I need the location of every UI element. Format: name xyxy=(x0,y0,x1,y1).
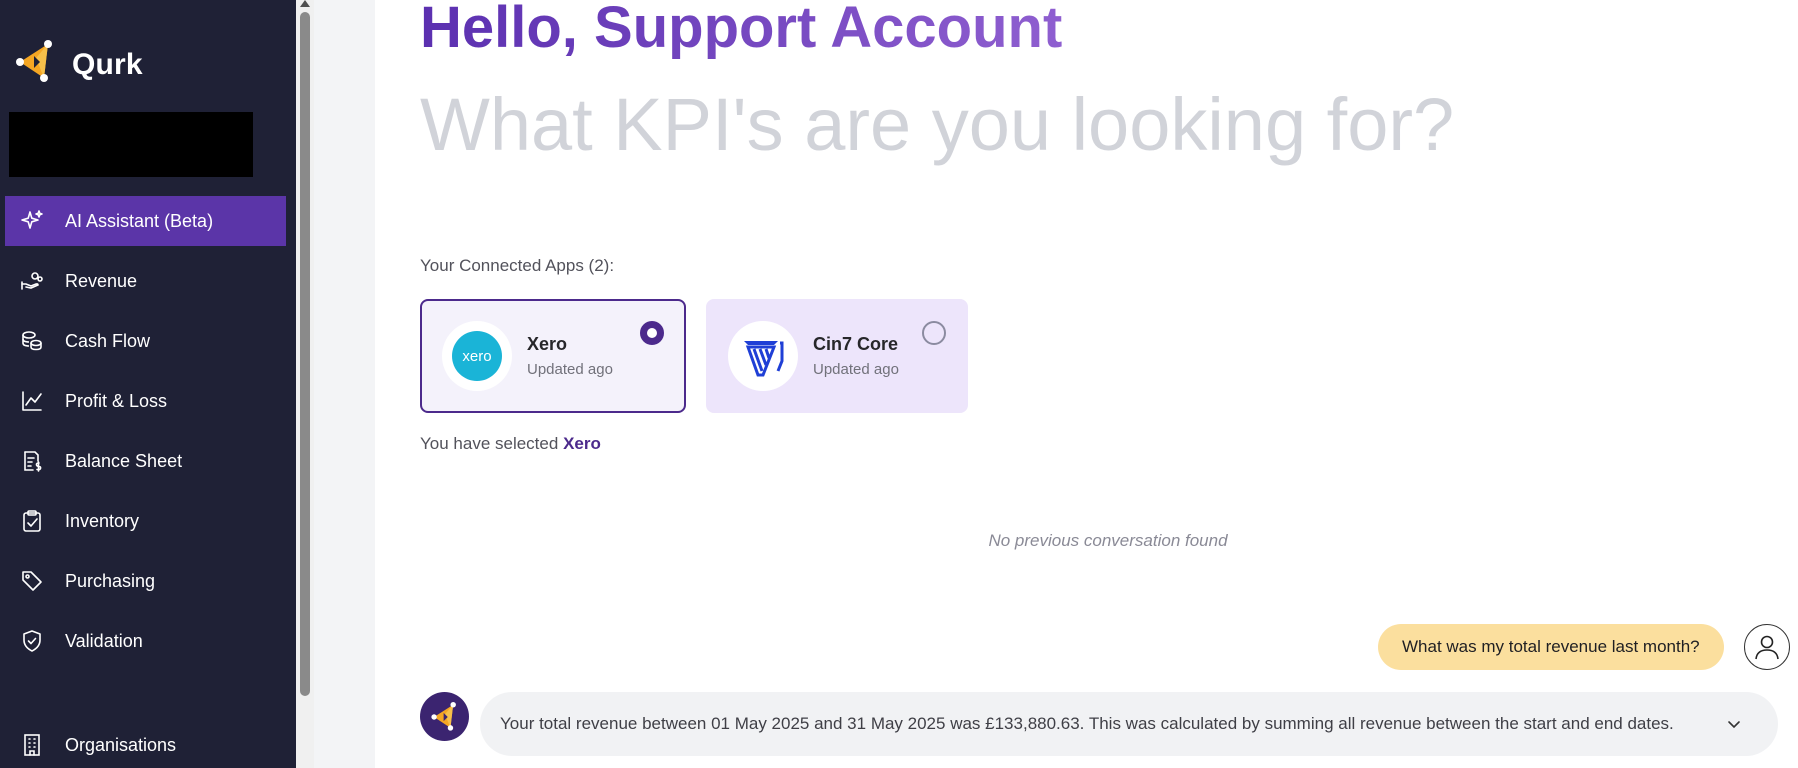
xero-logo-icon: xero xyxy=(442,321,512,391)
app-card-cin7[interactable]: Cin7 Core Updated ago xyxy=(706,299,968,413)
user-avatar-icon xyxy=(1744,624,1790,670)
app-text: Xero Updated ago xyxy=(527,334,613,378)
sidebar-item-label: AI Assistant (Beta) xyxy=(65,210,214,231)
sparkles-icon xyxy=(19,208,45,234)
chevron-down-icon[interactable] xyxy=(1724,714,1744,734)
sidebar-item-label: Profit & Loss xyxy=(65,390,168,411)
hand-coins-icon xyxy=(19,268,45,294)
sidebar-nav: AI Assistant (Beta) Revenue Cash Flow Pr… xyxy=(5,196,286,676)
redacted-block xyxy=(9,112,253,177)
sidebar-item-cash-flow[interactable]: Cash Flow xyxy=(5,316,286,366)
app-card-xero[interactable]: xero Xero Updated ago xyxy=(420,299,686,413)
selected-prefix: You have selected xyxy=(420,434,559,453)
sidebar-item-label: Balance Sheet xyxy=(65,450,183,471)
sidebar-item-balance-sheet[interactable]: Balance Sheet xyxy=(5,436,286,486)
sidebar-bottom: Organisations xyxy=(5,720,286,768)
app-name: Cin7 Core xyxy=(813,334,899,354)
sidebar-item-profit-loss[interactable]: Profit & Loss xyxy=(5,376,286,426)
sidebar-item-label: Cash Flow xyxy=(65,330,151,351)
sidebar-item-validation[interactable]: Validation xyxy=(5,616,286,666)
app-updated: Updated ago xyxy=(813,361,899,378)
clipboard-check-icon xyxy=(19,508,45,534)
app-updated: Updated ago xyxy=(527,361,613,378)
svg-text:xero: xero xyxy=(462,348,491,365)
selected-app-name: Xero xyxy=(563,434,601,453)
user-message-bubble: What was my total revenue last month? xyxy=(1378,624,1724,670)
user-message-text: What was my total revenue last month? xyxy=(1402,637,1700,656)
sidebar-item-label: Organisations xyxy=(65,734,177,755)
assistant-avatar-icon xyxy=(420,692,469,741)
no-conversation-text: No previous conversation found xyxy=(988,531,1228,550)
selected-app-line: You have selected Xero xyxy=(420,434,601,454)
sidebar-item-revenue[interactable]: Revenue xyxy=(5,256,286,306)
kpi-search-input[interactable] xyxy=(420,82,1520,167)
shield-check-icon xyxy=(19,628,45,654)
sidebar-item-inventory[interactable]: Inventory xyxy=(5,496,286,546)
scrollbar[interactable] xyxy=(296,0,314,768)
main-panel: Hello, Support Account Your Connected Ap… xyxy=(375,0,1798,768)
connected-apps-label: Your Connected Apps (2): xyxy=(420,256,615,275)
sidebar-item-organisations[interactable]: Organisations xyxy=(5,720,286,768)
app-text: Cin7 Core Updated ago xyxy=(813,334,899,378)
brand[interactable]: Qurk xyxy=(14,40,143,89)
sidebar-item-label: Validation xyxy=(65,630,143,651)
app-radio-cin7[interactable] xyxy=(922,321,946,345)
greeting-title: Hello, Support Account xyxy=(420,0,1062,61)
cin7-logo-icon xyxy=(728,321,798,391)
sidebar-item-ai-assistant[interactable]: AI Assistant (Beta) xyxy=(5,196,286,246)
scroll-thumb[interactable] xyxy=(300,12,310,696)
sidebar-item-label: Inventory xyxy=(65,510,140,531)
sidebar-item-label: Purchasing xyxy=(65,570,156,591)
assistant-message-text: Your total revenue between 01 May 2025 a… xyxy=(500,714,1674,733)
coins-icon xyxy=(19,328,45,354)
qurk-logo-icon xyxy=(14,40,58,89)
sidebar-item-label: Revenue xyxy=(65,270,138,291)
app-radio-xero[interactable] xyxy=(640,321,664,345)
line-chart-icon xyxy=(19,388,45,414)
main-gutter xyxy=(314,0,375,768)
assistant-message-bubble: Your total revenue between 01 May 2025 a… xyxy=(480,692,1778,756)
brand-name: Qurk xyxy=(72,47,143,81)
sidebar: Qurk AI Assistant (Beta) Revenue Cash Fl… xyxy=(0,0,296,768)
sidebar-item-purchasing[interactable]: Purchasing xyxy=(5,556,286,606)
building-icon xyxy=(19,732,45,758)
tag-icon xyxy=(19,568,45,594)
app-name: Xero xyxy=(527,334,568,354)
receipt-icon xyxy=(19,448,45,474)
scroll-up-arrow-icon[interactable] xyxy=(300,0,310,7)
